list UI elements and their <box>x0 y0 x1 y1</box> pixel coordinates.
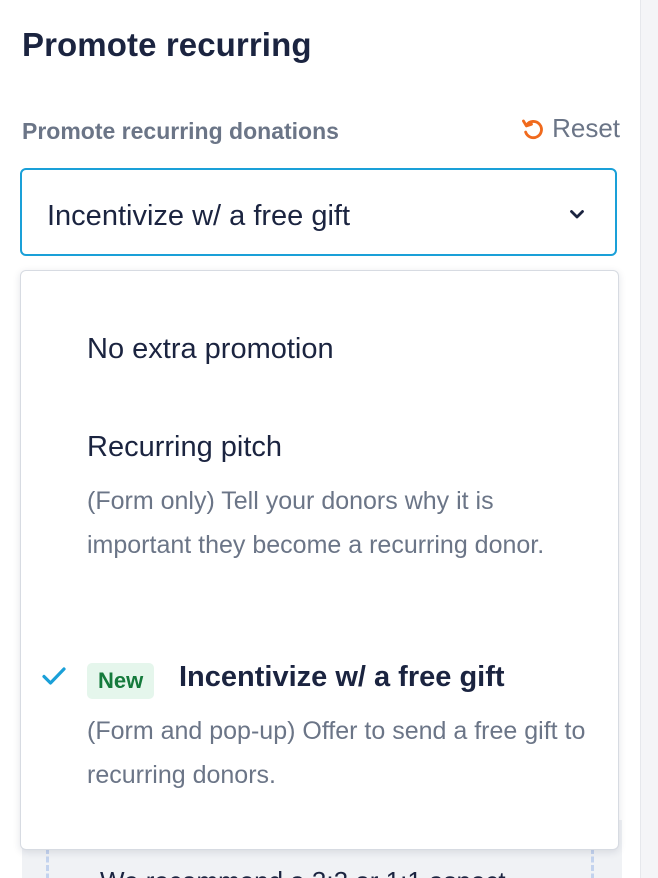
dropzone-border-left <box>46 848 49 878</box>
dropdown-menu: No extra promotion Recurring pitch (Form… <box>20 270 619 850</box>
select-value: Incentivize w/ a free gift <box>47 200 351 232</box>
checkmark-icon <box>41 665 67 687</box>
chevron-down-icon <box>569 208 585 220</box>
option-label: No extra promotion <box>87 333 334 365</box>
field-label: Promote recurring donations <box>22 118 339 144</box>
option-label: Recurring pitch <box>87 431 283 463</box>
reset-button[interactable]: Reset <box>520 113 620 144</box>
option-incentivize-free-gift[interactable]: New Incentivize w/ a free gift (Form and… <box>21 641 618 811</box>
option-no-extra-promotion[interactable]: No extra promotion <box>21 311 618 391</box>
option-label: Incentivize w/ a free gift <box>179 661 505 693</box>
dropzone-border-right <box>591 848 594 878</box>
option-description: (Form only) Tell your donors why it is i… <box>87 487 545 559</box>
option-recurring-pitch[interactable]: Recurring pitch (Form only) Tell your do… <box>21 411 618 621</box>
new-badge: New <box>87 663 155 699</box>
undo-arrow-icon <box>520 116 546 142</box>
promote-recurring-panel: Promote recurring Promote recurring dona… <box>0 0 641 878</box>
reset-label: Reset <box>552 113 620 143</box>
background-text: We recommend a 3:2 or 1:1 aspect <box>100 866 506 878</box>
section-title: Promote recurring <box>22 26 312 63</box>
promotion-select[interactable]: Incentivize w/ a free gift <box>20 168 617 256</box>
option-description: (Form and pop-up) Offer to send a free g… <box>87 717 586 789</box>
